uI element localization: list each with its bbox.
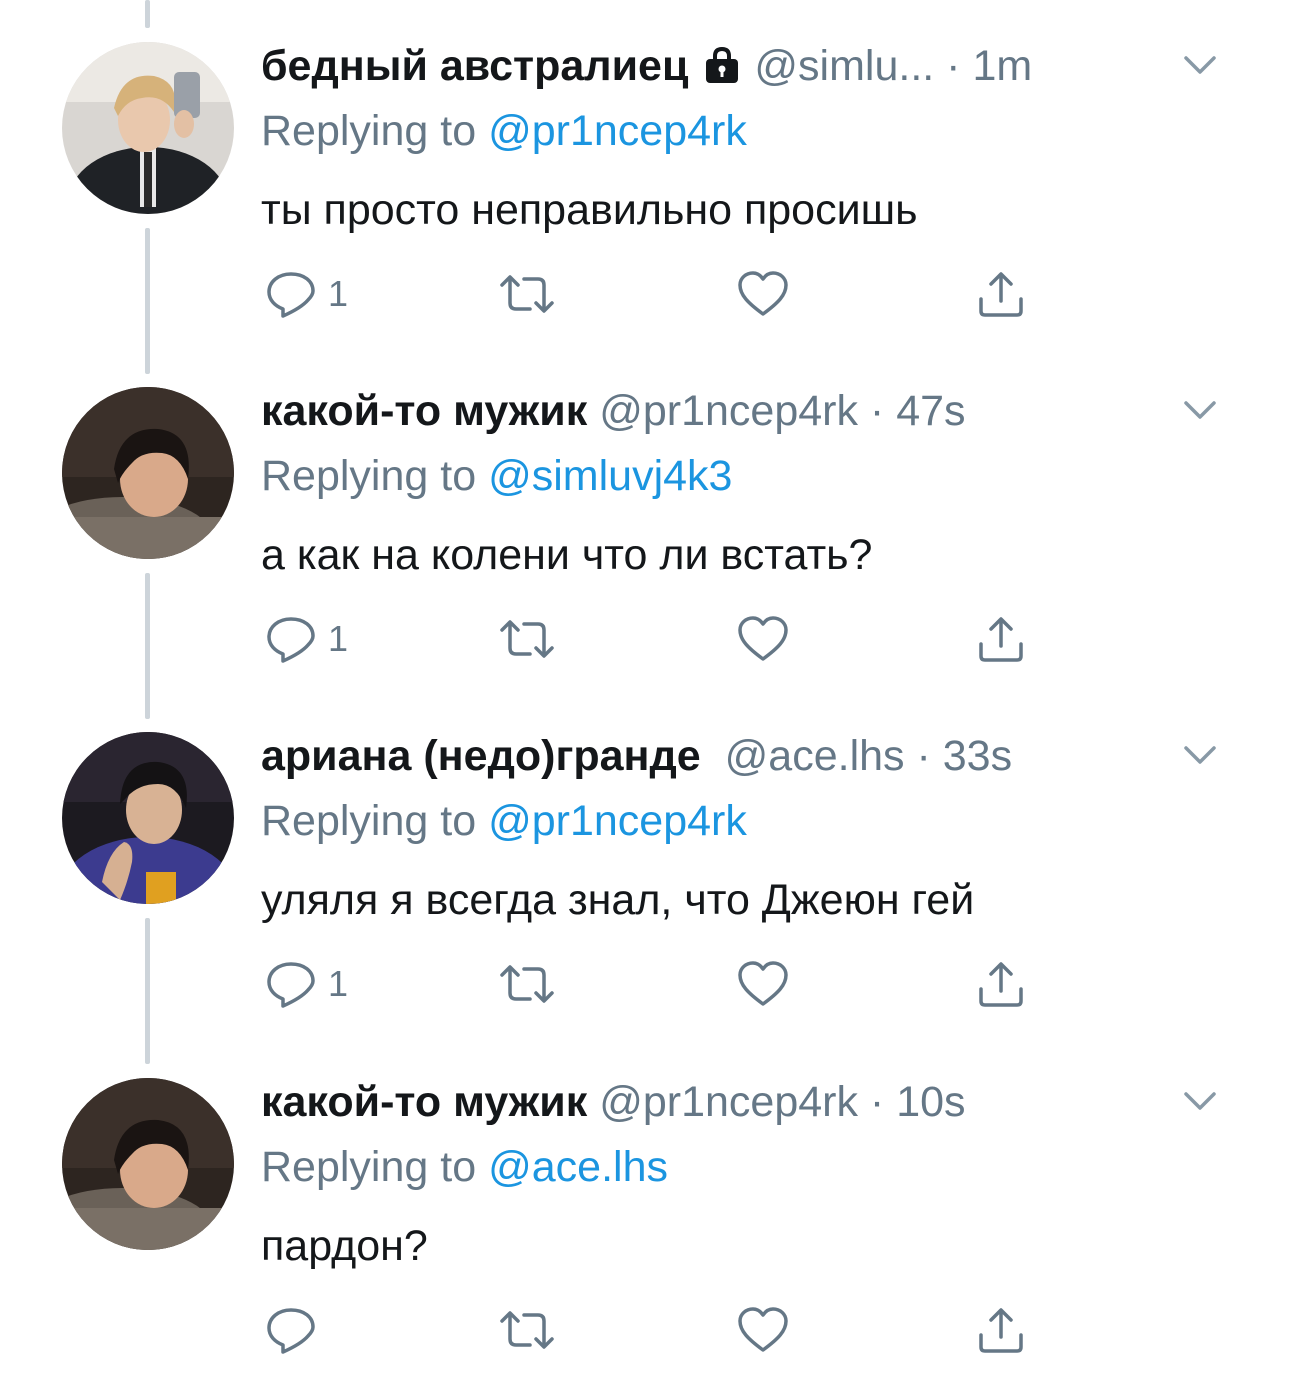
mention-link[interactable]: @simluvj4k3	[488, 452, 732, 500]
separator-dot: ·	[904, 732, 943, 780]
share-button[interactable]	[974, 958, 1028, 1010]
tweet-actions: 1	[260, 268, 1060, 320]
mention-link[interactable]: @pr1ncep4rk	[488, 107, 747, 155]
tweet-header: бедный австралиец @simlu... · 1m	[261, 38, 1032, 94]
speech-bubble-icon	[267, 272, 315, 318]
lock-icon	[702, 42, 742, 98]
share-button[interactable]	[974, 268, 1028, 320]
like-button[interactable]	[736, 1304, 790, 1356]
mention-link[interactable]: @pr1ncep4rk	[488, 797, 747, 845]
replying-to: Replying to @simluvj4k3	[261, 448, 732, 504]
retweet-icon	[500, 275, 554, 313]
heart-icon	[738, 271, 788, 316]
timestamp[interactable]: 1m	[972, 42, 1032, 90]
tweet[interactable]: какой-то мужик @pr1ncep4rk · 10s Replyin…	[0, 1036, 1290, 1381]
display-name[interactable]: какой-то мужик	[261, 1078, 587, 1126]
tweet[interactable]: бедный австралиец @simlu... · 1m Replying…	[0, 0, 1290, 345]
reply-count: 1	[328, 618, 349, 659]
speech-bubble-icon	[267, 962, 315, 1008]
replying-label: Replying to	[261, 107, 477, 155]
avatar-image	[62, 1078, 234, 1250]
replying-label: Replying to	[261, 452, 477, 500]
reply-count: 1	[328, 963, 349, 1004]
reply-button[interactable]: 1	[264, 958, 348, 1010]
chevron-down-icon[interactable]	[1180, 50, 1220, 80]
tweet-header: какой-то мужик @pr1ncep4rk · 10s	[261, 1074, 966, 1130]
user-handle[interactable]: @ace.lhs	[725, 732, 905, 780]
tweet[interactable]: ариана (недо)гранде @ace.lhs · 33s Reply…	[0, 690, 1290, 1035]
tweet-actions	[260, 1304, 1060, 1356]
avatar[interactable]	[62, 387, 234, 559]
tweet-actions: 1	[260, 958, 1060, 1010]
separator-dot: ·	[857, 1078, 897, 1126]
tweet-header: какой-то мужик @pr1ncep4rk · 47s	[261, 383, 966, 439]
share-icon	[979, 617, 1023, 662]
like-button[interactable]	[736, 268, 790, 320]
avatar[interactable]	[62, 42, 234, 214]
tweet-text: уляля я всегда знал, что Джеюн гей	[261, 876, 975, 924]
separator-dot: ·	[857, 387, 897, 435]
tweet-text: ты просто неправильно просишь	[261, 186, 918, 234]
share-button[interactable]	[974, 1304, 1028, 1356]
speech-bubble-icon	[267, 1308, 315, 1354]
heart-icon	[738, 961, 788, 1006]
retweet-button[interactable]	[496, 1304, 558, 1356]
retweet-icon	[500, 1311, 554, 1349]
mention-link[interactable]: @ace.lhs	[488, 1143, 668, 1191]
reply-count: 1	[328, 273, 349, 314]
heart-icon	[738, 616, 788, 661]
like-button[interactable]	[736, 613, 790, 665]
avatar[interactable]	[62, 732, 234, 904]
avatar-image	[62, 732, 234, 904]
tweet-text: пардон?	[261, 1222, 428, 1270]
avatar-image	[62, 42, 234, 214]
replying-to: Replying to @pr1ncep4rk	[261, 103, 747, 159]
reply-button[interactable]: 1	[264, 268, 348, 320]
display-name[interactable]: какой-то мужик	[261, 387, 587, 435]
tweet-text: а как на колени что ли встать?	[261, 531, 873, 579]
share-icon	[979, 1308, 1023, 1353]
replying-label: Replying to	[261, 797, 477, 845]
replying-to: Replying to @pr1ncep4rk	[261, 793, 747, 849]
retweet-icon	[500, 620, 554, 658]
timestamp[interactable]: 33s	[943, 732, 1012, 780]
share-icon	[979, 272, 1023, 317]
chevron-down-icon[interactable]	[1180, 740, 1220, 770]
display-name[interactable]: бедный австралиец	[261, 42, 688, 90]
retweet-button[interactable]	[496, 268, 558, 320]
retweet-button[interactable]	[496, 613, 558, 665]
tweet-header: ариана (недо)гранде @ace.lhs · 33s	[261, 728, 1012, 784]
reply-button[interactable]: 1	[264, 613, 348, 665]
replying-label: Replying to	[261, 1143, 477, 1191]
user-handle[interactable]: @pr1ncep4rk	[599, 387, 858, 435]
chevron-down-icon[interactable]	[1180, 395, 1220, 425]
tweet[interactable]: какой-то мужик @pr1ncep4rk · 47s Replyin…	[0, 345, 1290, 690]
speech-bubble-icon	[267, 617, 315, 663]
heart-icon	[738, 1307, 788, 1352]
share-button[interactable]	[974, 613, 1028, 665]
avatar-image	[62, 387, 234, 559]
display-name[interactable]: ариана (недо)гранде	[261, 732, 701, 780]
like-button[interactable]	[736, 958, 790, 1010]
avatar[interactable]	[62, 1078, 234, 1250]
replying-to: Replying to @ace.lhs	[261, 1139, 668, 1195]
user-handle[interactable]: @pr1ncep4rk	[599, 1078, 858, 1126]
timestamp[interactable]: 10s	[896, 1078, 965, 1126]
separator-dot: ·	[934, 42, 973, 90]
tweet-actions: 1	[260, 613, 1060, 665]
retweet-button[interactable]	[496, 958, 558, 1010]
retweet-icon	[500, 965, 554, 1003]
timestamp[interactable]: 47s	[896, 387, 965, 435]
share-icon	[979, 962, 1023, 1007]
chevron-down-icon[interactable]	[1180, 1086, 1220, 1116]
reply-button[interactable]	[264, 1304, 318, 1356]
user-handle[interactable]: @simlu...	[754, 42, 934, 90]
